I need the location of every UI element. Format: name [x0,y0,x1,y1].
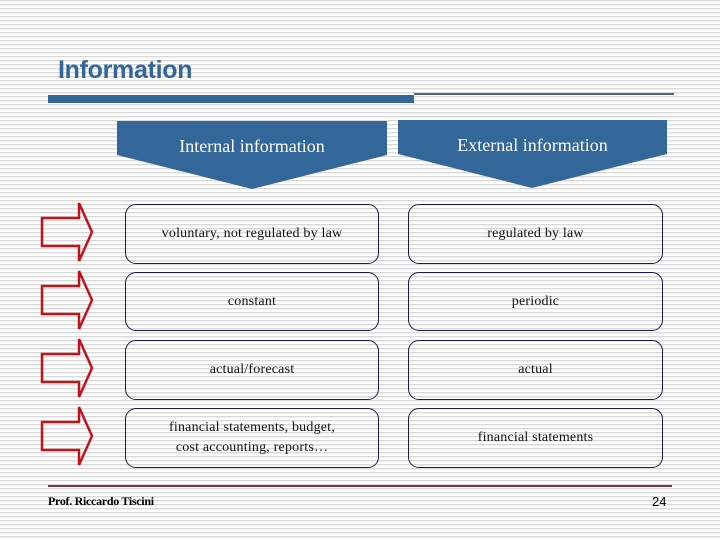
external-row-2-text: periodic [511,293,560,309]
footer-divider [48,485,672,487]
internal-row-2-box: constant [125,272,379,331]
internal-row-1-box: voluntary, not regulated by law [125,204,379,264]
external-row-2-box: periodic [408,272,663,331]
footer-author: Prof. Riccardo Tiscini [48,494,154,508]
right-arrow-icon [38,405,98,467]
internal-row-1-text: voluntary, not regulated by law [161,226,343,241]
external-row-1-text: regulated by law [487,226,584,241]
external-row-4-box: financial statements [408,408,663,468]
internal-row-2-text: constant [227,293,277,309]
right-arrow-icon [38,201,98,263]
internal-header-label: Internal information [179,136,325,156]
right-arrow-icon [38,337,98,399]
external-row-1-box: regulated by law [408,204,663,264]
external-row-3-text: actual [518,362,553,377]
title-underline-line [414,93,674,95]
external-row-4-text: financial statements [477,430,594,445]
internal-row-3-text: actual/forecast [209,362,295,377]
internal-information-header: Internal information [116,120,388,190]
external-row-3-box: actual [408,340,663,400]
right-arrow-icon [38,269,98,331]
page-number: 24 [652,494,667,509]
external-information-header: External information [397,119,668,189]
internal-row-3-box: actual/forecast [125,340,379,400]
internal-row-4-text: financial statements, budget, cost accou… [169,420,335,455]
title-underline-bar [48,95,414,103]
slide-title: Information [58,56,193,84]
external-header-label: External information [457,135,608,155]
internal-row-4-box: financial statements, budget, cost accou… [125,408,379,468]
